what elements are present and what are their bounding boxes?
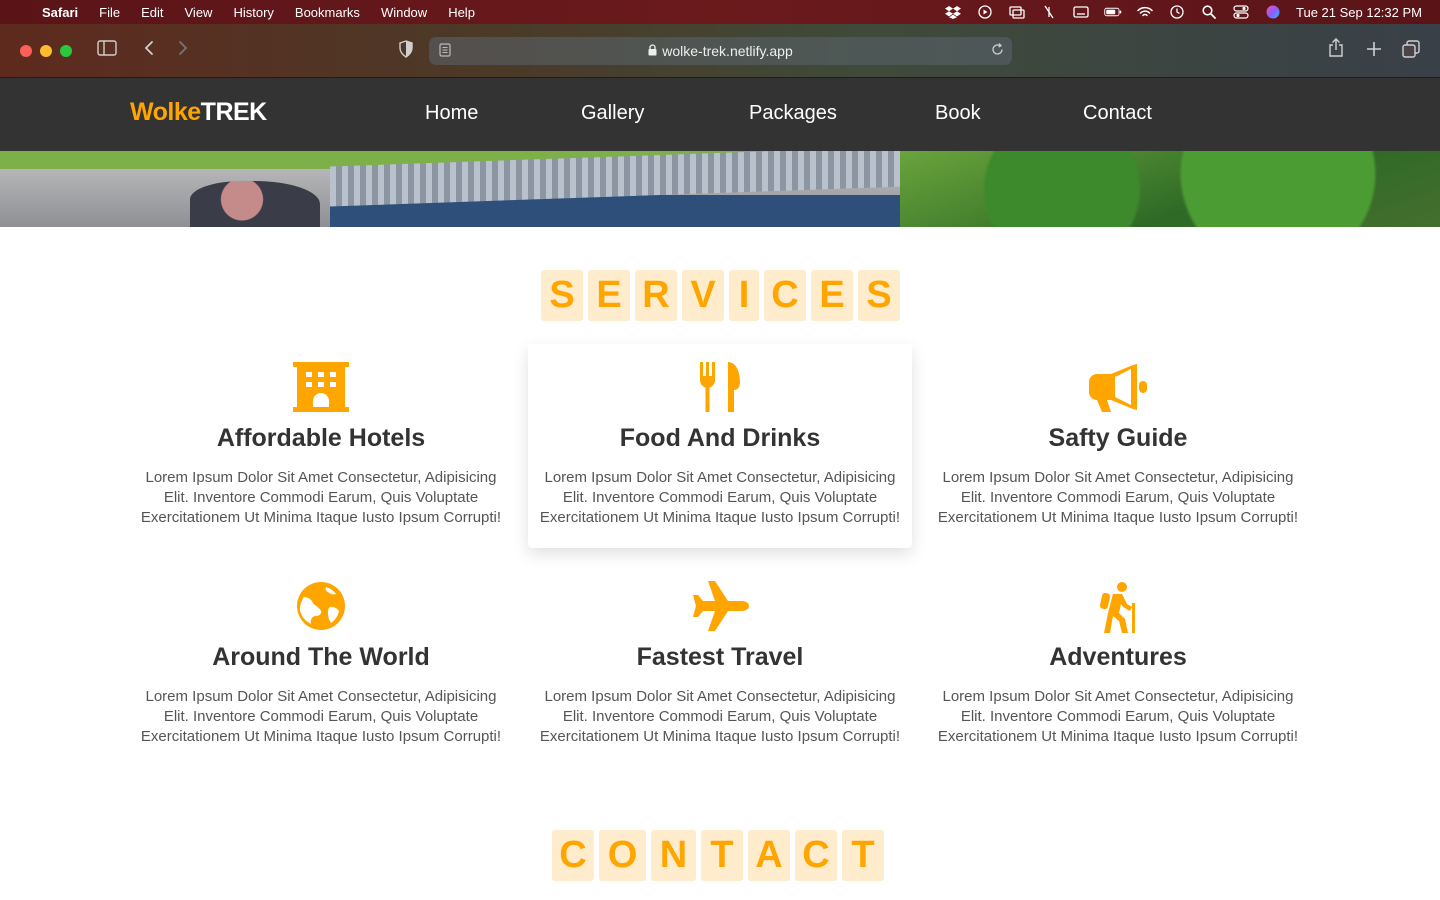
window-controls [20, 45, 72, 57]
keyboard-icon[interactable] [1072, 5, 1090, 19]
reload-icon[interactable] [991, 43, 1004, 59]
service-description: Lorem Ipsum Dolor Sit Amet Consectetur, … [140, 469, 502, 526]
minimize-window-button[interactable] [40, 45, 52, 57]
heading-letter: T [701, 830, 743, 881]
service-description: Lorem Ipsum Dolor Sit Amet Consectetur, … [937, 469, 1299, 526]
nav-book[interactable]: Book [935, 102, 981, 125]
nav-contact[interactable]: Contact [1083, 102, 1152, 125]
heading-letter: I [729, 270, 759, 321]
privacy-shield-icon[interactable] [398, 40, 414, 63]
service-card-safety[interactable]: Safty Guide Lorem Ipsum Dolor Sit Amet C… [926, 344, 1310, 548]
heading-letter: E [811, 270, 853, 321]
heading-letter: V [682, 270, 724, 321]
bullhorn-icon [926, 362, 1310, 414]
site-header: WolkeTREK Home Gallery Packages Book Con… [0, 78, 1440, 151]
heading-letter: C [795, 830, 837, 881]
nav-packages[interactable]: Packages [749, 102, 837, 125]
menu-file[interactable]: File [99, 5, 120, 20]
service-title: Affordable Hotels [216, 424, 426, 452]
utensils-icon [528, 362, 912, 414]
service-card-food[interactable]: Food And Drinks Lorem Ipsum Dolor Sit Am… [528, 344, 912, 548]
globe-icon [129, 581, 513, 633]
menu-history[interactable]: History [233, 5, 273, 20]
service-card-hotels[interactable]: Affordable Hotels Lorem Ipsum Dolor Sit … [129, 344, 513, 548]
mute-icon[interactable] [1040, 5, 1058, 19]
hero-video-banner [0, 151, 1440, 227]
new-tab-icon[interactable] [1366, 41, 1382, 62]
hiking-icon [926, 581, 1310, 633]
menu-window[interactable]: Window [381, 5, 427, 20]
macos-menu-bar: Safari File Edit View History Bookmarks … [0, 0, 1440, 24]
screen-mirroring-icon[interactable] [1008, 5, 1026, 19]
heading-letter: E [588, 270, 630, 321]
plane-icon [528, 581, 912, 633]
menu-app-name[interactable]: Safari [42, 5, 78, 20]
service-title: Adventures [1049, 643, 1187, 671]
nav-gallery[interactable]: Gallery [581, 102, 644, 125]
menu-edit[interactable]: Edit [141, 5, 163, 20]
reader-mode-icon[interactable] [439, 42, 451, 60]
menu-clock[interactable]: Tue 21 Sep 12:32 PM [1296, 5, 1422, 20]
service-title: Fastest Travel [636, 643, 804, 671]
service-description: Lorem Ipsum Dolor Sit Amet Consectetur, … [539, 469, 901, 526]
sidebar-toggle-icon[interactable] [97, 40, 117, 61]
service-title: Food And Drinks [619, 424, 821, 452]
heading-letter: N [651, 830, 696, 881]
back-icon[interactable] [143, 40, 155, 61]
heading-letter: C [552, 830, 594, 881]
contact-heading: C O N T A C T [552, 830, 884, 881]
play-icon[interactable] [976, 5, 994, 19]
services-heading: S E R V I C E S [541, 270, 900, 321]
forward-icon[interactable] [177, 40, 189, 61]
browser-toolbar: wolke-trek.netlify.app [0, 24, 1440, 78]
share-icon[interactable] [1328, 38, 1344, 63]
main-nav: Home Gallery Packages Book Contact [0, 102, 1440, 128]
zoom-window-button[interactable] [60, 45, 72, 57]
address-bar[interactable]: wolke-trek.netlify.app [429, 37, 1012, 65]
service-title: Safty Guide [1048, 424, 1188, 452]
nav-home[interactable]: Home [425, 102, 478, 125]
heading-letter: R [635, 270, 677, 321]
wifi-icon[interactable] [1136, 5, 1154, 19]
spotlight-search-icon[interactable] [1200, 5, 1218, 19]
battery-icon[interactable] [1104, 5, 1122, 19]
service-description: Lorem Ipsum Dolor Sit Amet Consectetur, … [937, 688, 1299, 745]
service-description: Lorem Ipsum Dolor Sit Amet Consectetur, … [539, 688, 901, 745]
menu-bookmarks[interactable]: Bookmarks [295, 5, 360, 20]
service-title: Around The World [212, 643, 430, 671]
lock-icon [648, 43, 657, 59]
siri-icon[interactable] [1264, 5, 1282, 19]
control-center-icon[interactable] [1232, 5, 1250, 19]
heading-letter: S [541, 270, 583, 321]
heading-letter: C [764, 270, 806, 321]
time-machine-icon[interactable] [1168, 5, 1186, 19]
menu-help[interactable]: Help [448, 5, 475, 20]
service-card-world[interactable]: Around The World Lorem Ipsum Dolor Sit A… [129, 563, 513, 767]
heading-letter: T [842, 830, 884, 881]
heading-letter: A [748, 830, 790, 881]
service-description: Lorem Ipsum Dolor Sit Amet Consectetur, … [140, 688, 502, 745]
tab-overview-icon[interactable] [1402, 40, 1420, 63]
url-text: wolke-trek.netlify.app [662, 43, 793, 59]
dropbox-icon[interactable] [944, 5, 962, 19]
heading-letter: O [599, 830, 646, 881]
service-card-adventures[interactable]: Adventures Lorem Ipsum Dolor Sit Amet Co… [926, 563, 1310, 767]
service-card-travel[interactable]: Fastest Travel Lorem Ipsum Dolor Sit Ame… [528, 563, 912, 767]
close-window-button[interactable] [20, 45, 32, 57]
hotel-icon [129, 362, 513, 414]
heading-letter: S [858, 270, 900, 321]
menu-view[interactable]: View [185, 5, 213, 20]
